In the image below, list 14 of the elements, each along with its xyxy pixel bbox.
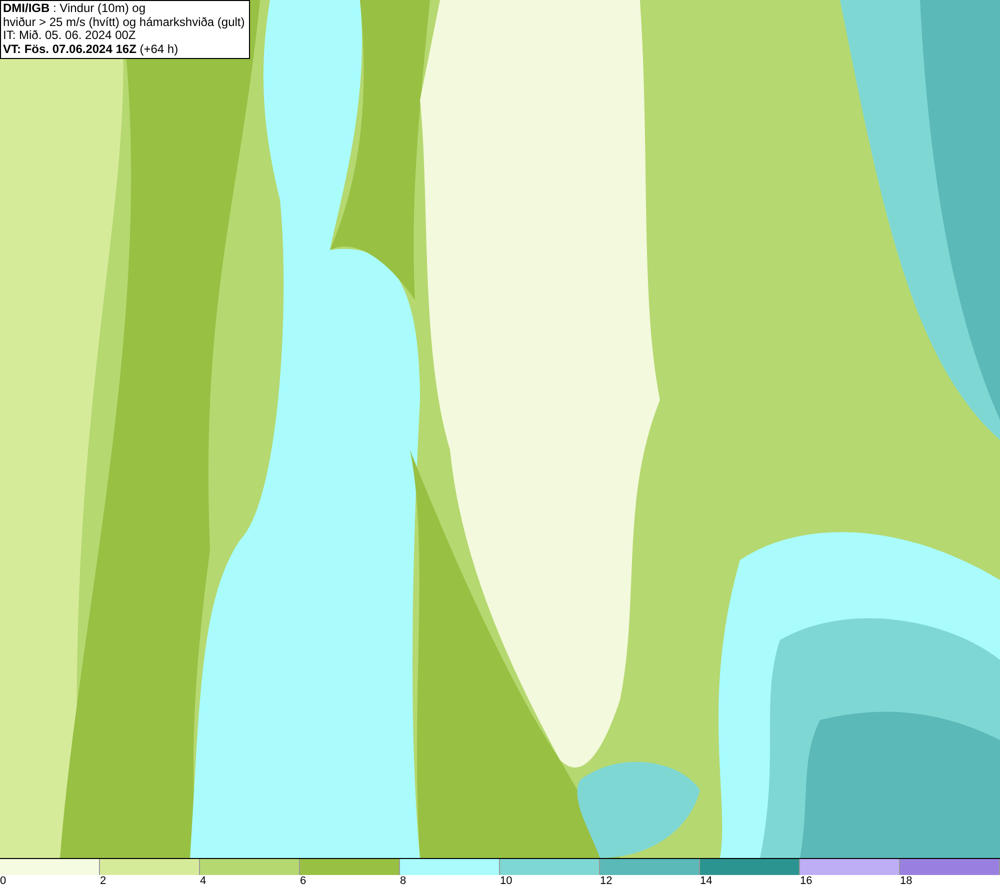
legend-label: 10: [500, 875, 512, 887]
legend-label: 18: [900, 875, 912, 887]
legend-label: 0: [0, 875, 6, 887]
title-line: VT: Fös. 07.06.2024 16Z (+64 h): [3, 42, 180, 56]
legend-label: 14: [700, 875, 712, 887]
legend-label: 12: [600, 875, 612, 887]
legend-label: 4: [200, 875, 206, 887]
legend-label: 2: [100, 875, 106, 887]
legend-label: 16: [800, 875, 812, 887]
title-line: DMI/IGB : Vindur (10m) og: [3, 2, 146, 16]
legend-label: 8: [400, 875, 406, 887]
title-line: hviður > 25 m/s (hvítt) og hámarkshviða (gult): [3, 16, 245, 29]
legend-label: 6: [300, 875, 306, 887]
title-line: IT: Mið. 05. 06. 2024 00Z: [3, 29, 137, 42]
